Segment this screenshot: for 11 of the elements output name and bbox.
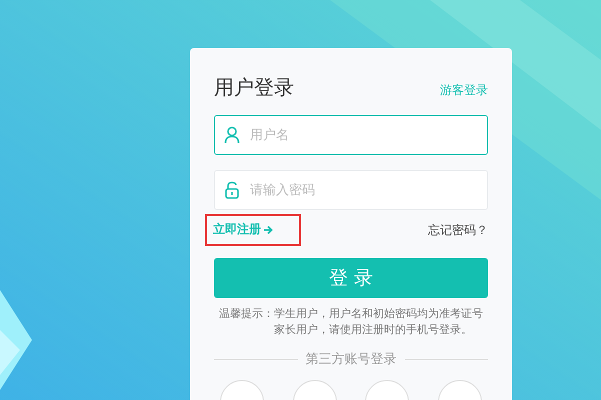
third-party-login-title: 第三方账号登录	[306, 351, 396, 368]
hint-text: 学生用户，用户名和初始密码均为准考证号	[274, 306, 483, 322]
hint-label: 温馨提示：	[219, 306, 274, 322]
password-field[interactable]: 请输入密码	[214, 170, 488, 210]
hint-text: 家长用户，请使用注册时的手机号登录。	[274, 322, 473, 338]
login-button[interactable]: 登 录	[214, 258, 488, 298]
username-field[interactable]: 用户名	[214, 115, 488, 155]
forgot-password-link[interactable]: 忘记密码？	[428, 222, 488, 238]
guest-login-link[interactable]: 游客登录	[440, 82, 488, 98]
arrow-icon	[263, 224, 273, 234]
login-title: 用户登录	[214, 74, 294, 100]
